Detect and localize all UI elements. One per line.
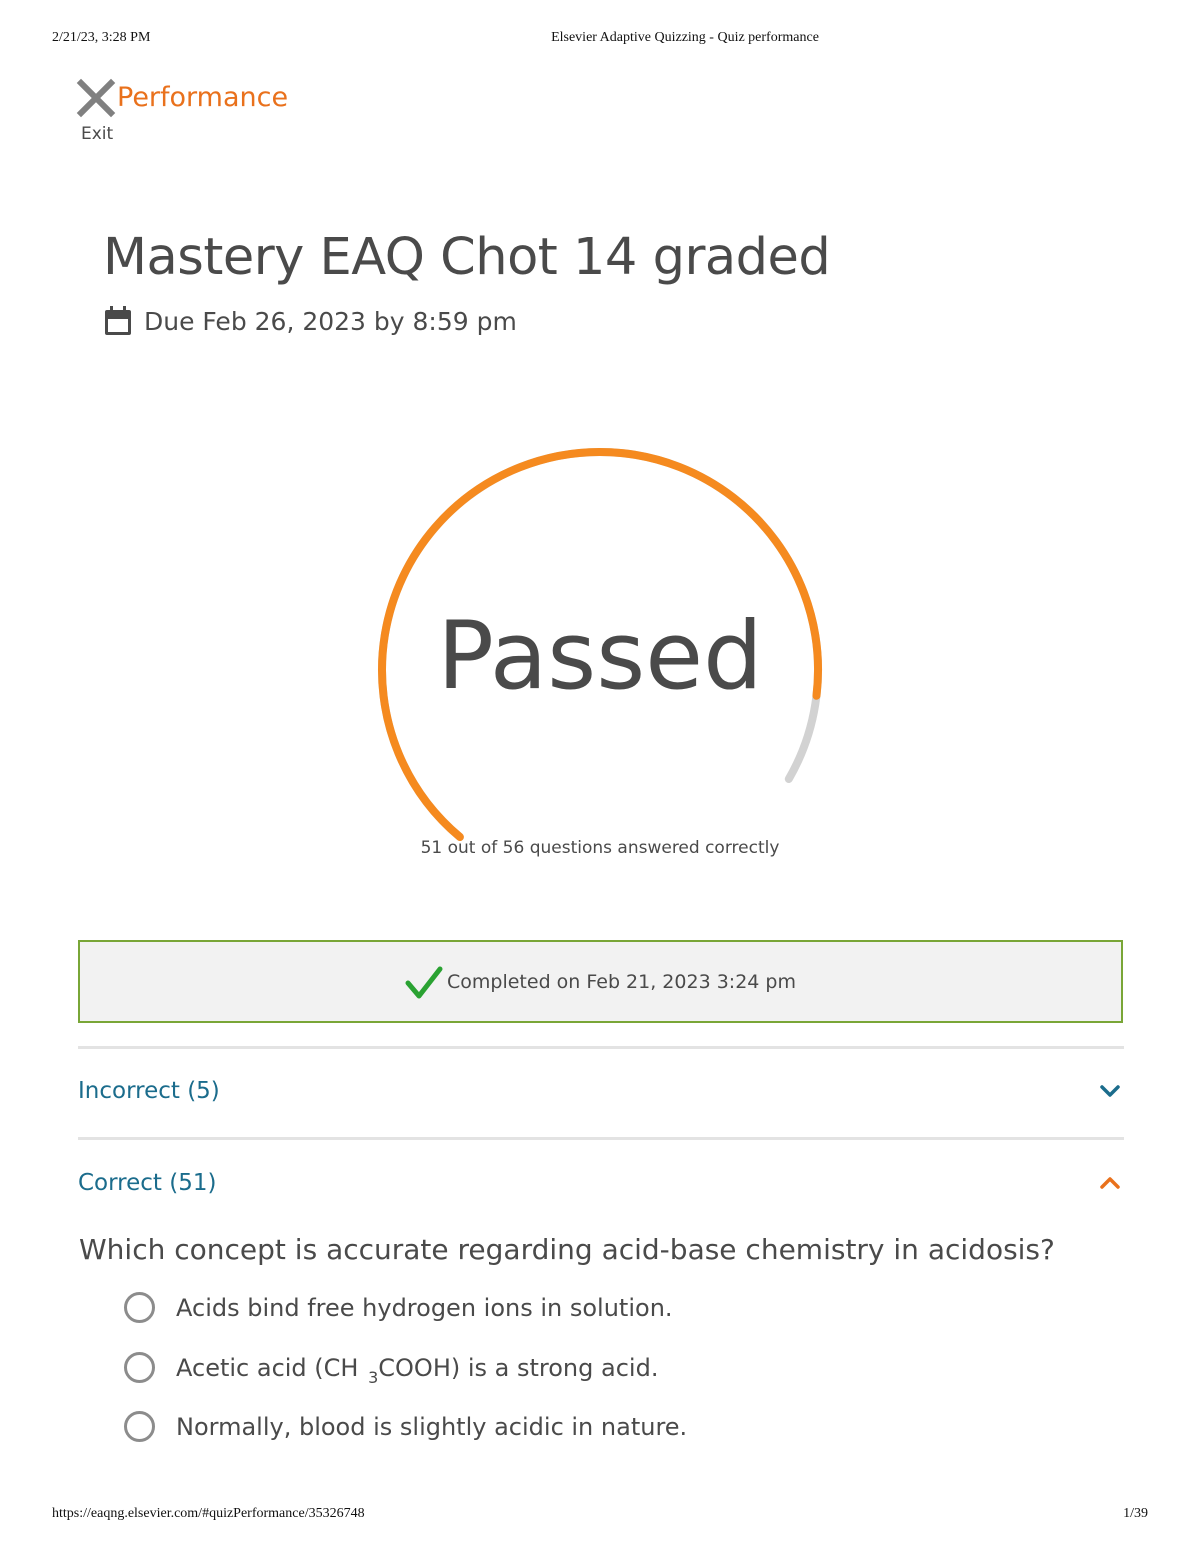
chevron-down-icon[interactable] xyxy=(1099,1084,1121,1098)
print-page-title: Elsevier Adaptive Quizzing - Quiz perfor… xyxy=(551,30,819,45)
radio-button[interactable] xyxy=(124,1352,155,1383)
incorrect-section-toggle[interactable]: Incorrect (5) xyxy=(78,1071,1124,1111)
chevron-up-icon[interactable] xyxy=(1099,1176,1121,1190)
close-x-icon[interactable] xyxy=(76,78,116,118)
quiz-title: Mastery EAQ Chot 14 graded xyxy=(103,228,831,287)
print-url: https://eaqng.elsevier.com/#quizPerforma… xyxy=(52,1506,365,1521)
answer-option[interactable]: Normally, blood is slightly acidic in na… xyxy=(124,1411,687,1442)
pass-status: Passed xyxy=(437,602,763,711)
subscript: 3 xyxy=(368,1367,379,1387)
answer-text-part: Acetic acid (CH xyxy=(176,1353,367,1382)
radio-button[interactable] xyxy=(124,1411,155,1442)
completed-text: Completed on Feb 21, 2023 3:24 pm xyxy=(447,970,796,993)
correct-section-label[interactable]: Correct (51) xyxy=(78,1170,216,1196)
due-text: Due Feb 26, 2023 by 8:59 pm xyxy=(144,306,517,336)
correct-section-toggle[interactable]: Correct (51) xyxy=(78,1163,1124,1203)
section-divider xyxy=(78,1137,1124,1140)
due-date: Due Feb 26, 2023 by 8:59 pm xyxy=(104,306,517,336)
calendar-icon xyxy=(105,306,131,335)
answer-option-text: Acetic acid (CH 3COOH) is a strong acid. xyxy=(176,1353,659,1387)
score-gauge: Passed 51 out of 56 questions answered c… xyxy=(360,440,840,860)
question-text: Which concept is accurate regarding acid… xyxy=(79,1233,1055,1266)
answer-text-part: COOH) is a strong acid. xyxy=(378,1353,659,1382)
score-caption: 51 out of 56 questions answered correctl… xyxy=(420,838,780,858)
performance-title: Performance xyxy=(117,82,289,113)
answer-option[interactable]: Acids bind free hydrogen ions in solutio… xyxy=(124,1292,673,1323)
completed-banner: Completed on Feb 21, 2023 3:24 pm xyxy=(78,940,1123,1023)
section-divider xyxy=(78,1046,1124,1049)
incorrect-section-label[interactable]: Incorrect (5) xyxy=(78,1078,220,1104)
answer-option-text: Normally, blood is slightly acidic in na… xyxy=(176,1412,688,1441)
exit-link[interactable]: Exit xyxy=(81,124,113,144)
answer-option[interactable]: Acetic acid (CH 3COOH) is a strong acid. xyxy=(124,1352,659,1387)
answer-option-text: Acids bind free hydrogen ions in solutio… xyxy=(176,1293,673,1322)
checkmark-icon xyxy=(405,966,443,998)
print-page-number: 1/39 xyxy=(1123,1506,1148,1521)
radio-button[interactable] xyxy=(124,1292,155,1323)
